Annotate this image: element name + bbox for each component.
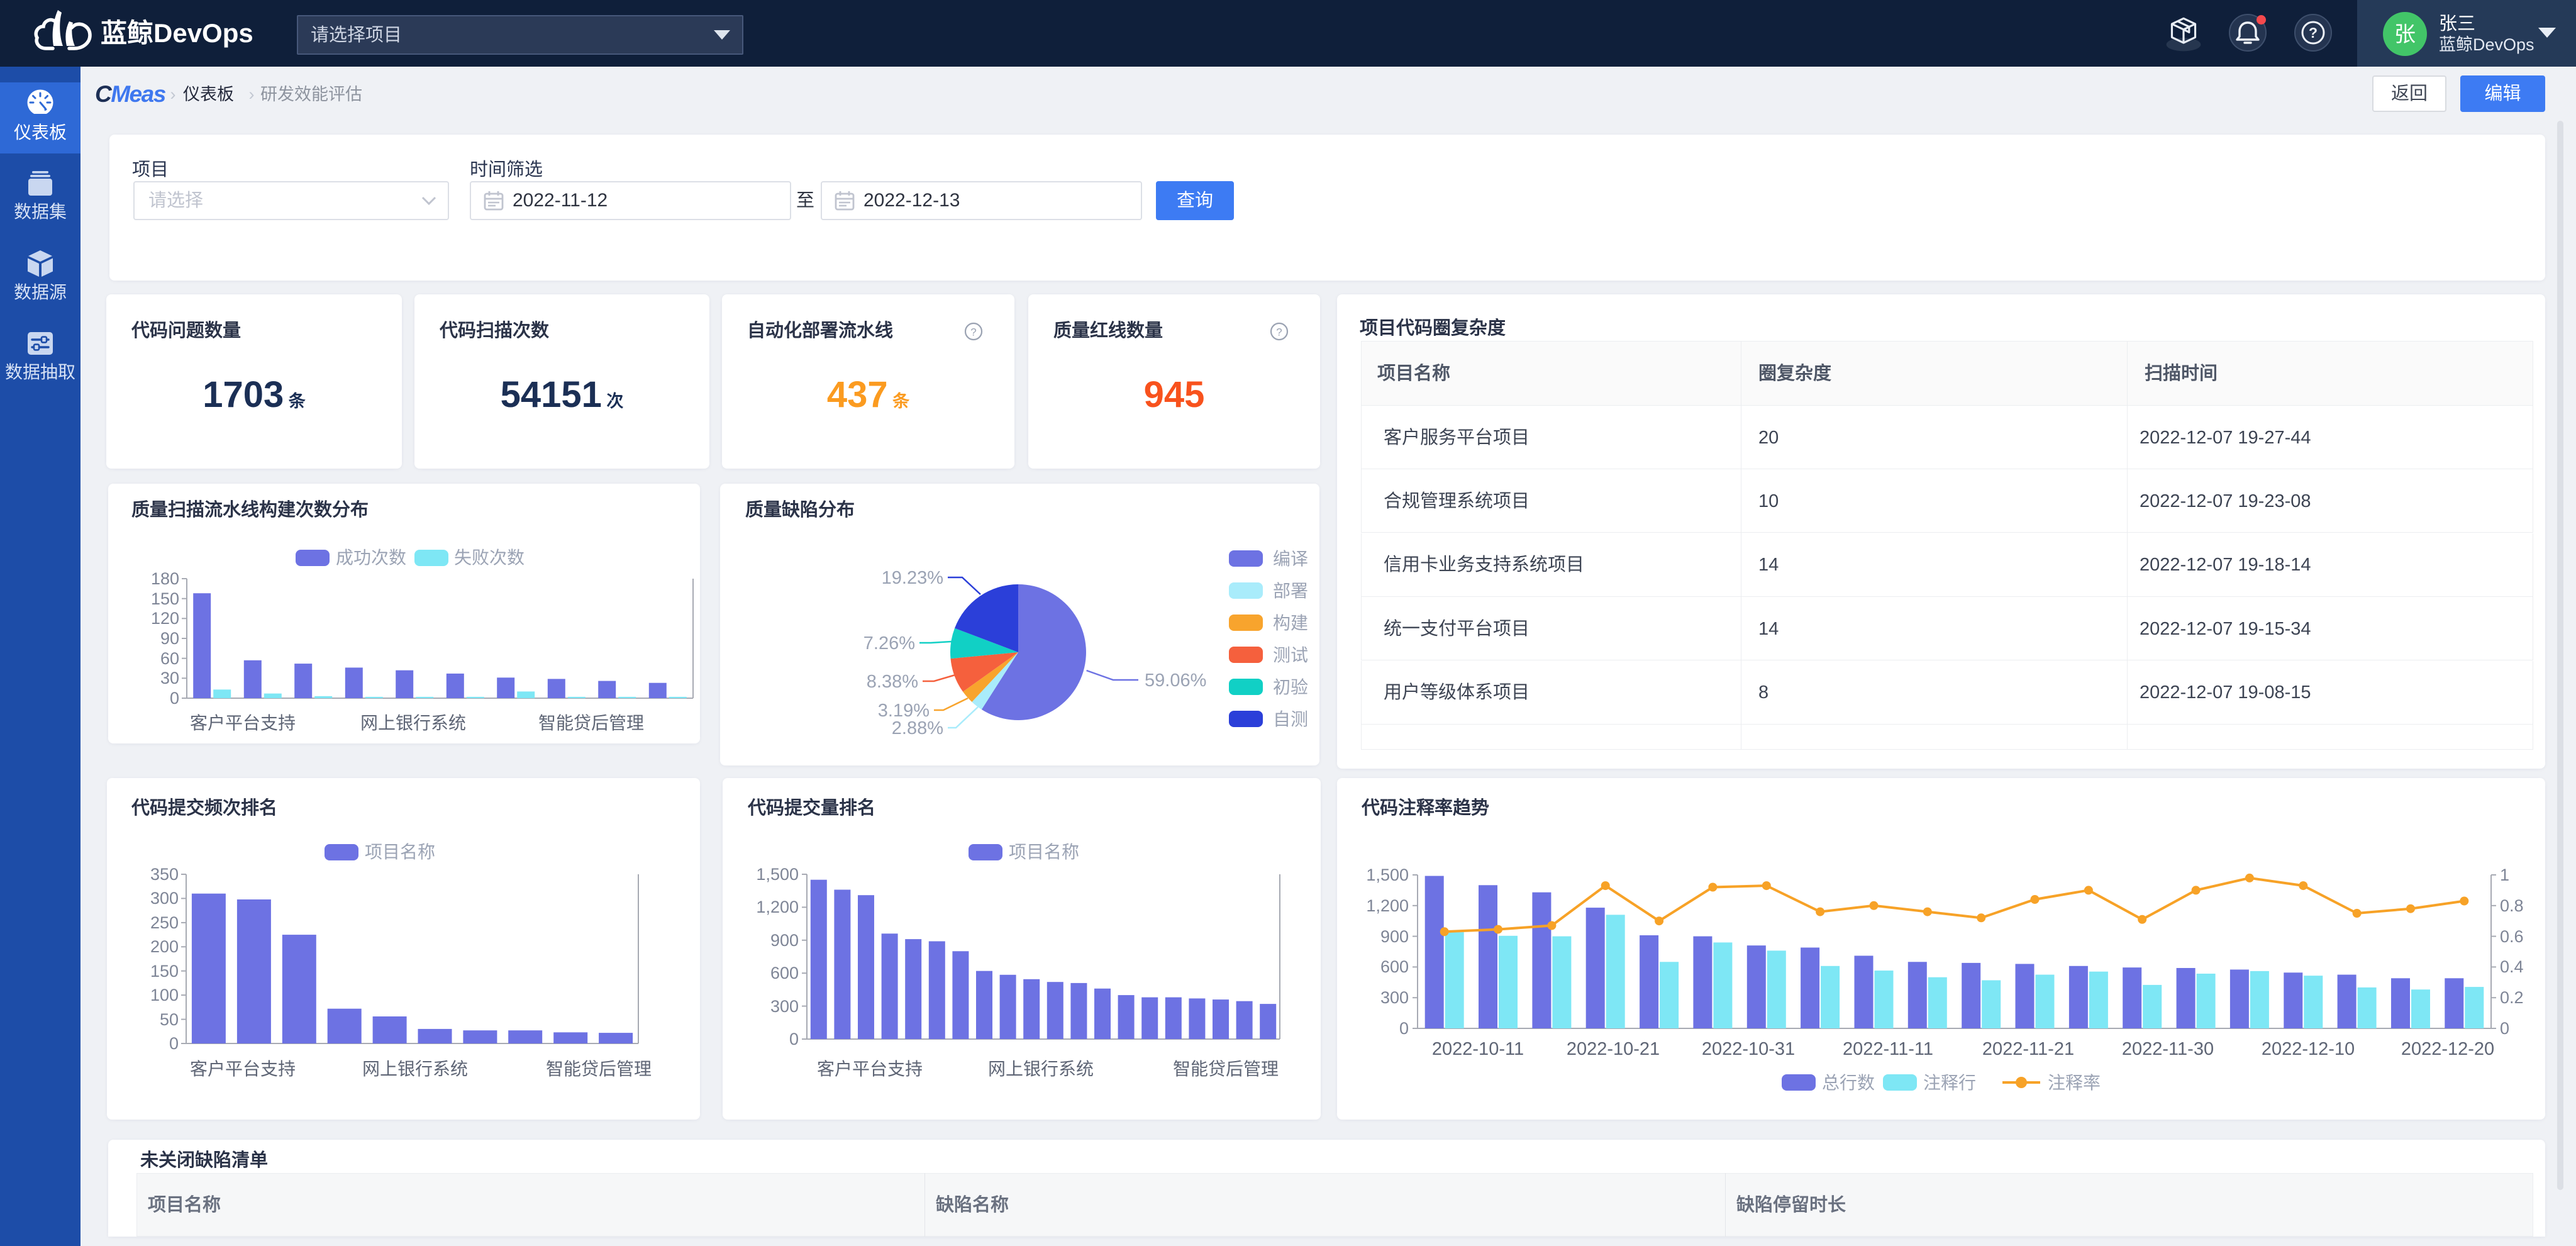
svg-text:?: ? [1276,326,1282,338]
svg-text:构建: 构建 [1273,613,1308,633]
svg-text:智能贷后管理: 智能贷后管理 [1173,1059,1279,1079]
svg-text:注释行: 注释行 [1923,1073,1976,1093]
svg-text:部署: 部署 [1273,581,1308,601]
svg-text:0: 0 [170,689,179,708]
svg-text:900: 900 [770,931,799,950]
svg-text:项目名称: 项目名称 [365,842,435,862]
svg-text:网上银行系统: 网上银行系统 [360,713,466,733]
svg-text:0: 0 [789,1030,799,1049]
svg-text:2022-11-21: 2022-11-21 [1982,1039,2074,1059]
svg-text:90: 90 [160,629,179,648]
svg-text:300: 300 [150,889,179,908]
svg-text:350: 350 [150,865,179,884]
svg-text:初验: 初验 [1273,677,1308,697]
svg-text:项目名称: 项目名称 [1009,842,1079,862]
svg-text:150: 150 [151,589,179,608]
svg-text:0: 0 [1399,1019,1409,1038]
svg-text:19.23%: 19.23% [882,568,943,588]
svg-text:自测: 自测 [1273,709,1308,729]
svg-text:300: 300 [770,997,799,1016]
svg-text:测试: 测试 [1273,645,1308,665]
svg-text:600: 600 [1380,957,1409,976]
svg-text:网上银行系统: 网上银行系统 [362,1059,468,1079]
svg-text:2022-11-30: 2022-11-30 [2122,1039,2214,1059]
svg-text:0.2: 0.2 [2500,988,2524,1007]
svg-text:120: 120 [151,609,179,628]
svg-text:网上银行系统: 网上银行系统 [988,1059,1094,1079]
svg-text:0.6: 0.6 [2500,927,2524,946]
svg-text:1,500: 1,500 [1366,865,1409,884]
svg-text:注释率: 注释率 [2048,1073,2101,1093]
svg-text:200: 200 [150,937,179,956]
svg-text:59.06%: 59.06% [1145,670,1206,691]
svg-text:2022-10-21: 2022-10-21 [1567,1039,1660,1059]
svg-text:2022-11-11: 2022-11-11 [1843,1039,1933,1059]
svg-text:客户平台支持: 客户平台支持 [817,1059,923,1079]
svg-text:2022-12-20: 2022-12-20 [2401,1039,2494,1059]
svg-text:客户平台支持: 客户平台支持 [190,1059,296,1079]
svg-text:180: 180 [151,569,179,588]
svg-text:2022-10-31: 2022-10-31 [1702,1039,1795,1059]
svg-text:0: 0 [2500,1019,2509,1038]
svg-text:总行数: 总行数 [1822,1073,1875,1093]
svg-text:智能贷后管理: 智能贷后管理 [538,713,644,733]
svg-text:1,200: 1,200 [1366,896,1409,915]
svg-text:智能贷后管理: 智能贷后管理 [546,1059,652,1079]
svg-text:客户平台支持: 客户平台支持 [190,713,296,733]
svg-text:2022-10-11: 2022-10-11 [1432,1039,1524,1059]
svg-text:30: 30 [160,669,179,687]
svg-text:1,500: 1,500 [756,865,799,884]
svg-text:600: 600 [770,964,799,982]
svg-text:50: 50 [160,1010,179,1029]
svg-text:250: 250 [150,913,179,932]
svg-text:0.4: 0.4 [2500,957,2524,976]
svg-text:300: 300 [1380,988,1409,1007]
svg-text:2022-12-10: 2022-12-10 [2262,1039,2355,1059]
svg-text:编译: 编译 [1273,549,1308,569]
svg-text:150: 150 [150,962,179,981]
svg-text:2.88%: 2.88% [892,718,943,738]
svg-text:100: 100 [150,986,179,1004]
svg-text:失败次数: 失败次数 [454,548,525,567]
svg-text:60: 60 [160,649,179,668]
svg-text:900: 900 [1380,927,1409,946]
svg-text:成功次数: 成功次数 [336,548,406,567]
svg-text:8.38%: 8.38% [867,672,918,692]
svg-text:?: ? [970,326,976,338]
svg-text:7.26%: 7.26% [863,633,915,654]
svg-text:0: 0 [169,1034,179,1053]
svg-text:?: ? [2309,25,2318,41]
svg-text:1,200: 1,200 [756,898,799,916]
svg-text:1: 1 [2500,865,2509,884]
svg-text:0.8: 0.8 [2500,896,2524,915]
